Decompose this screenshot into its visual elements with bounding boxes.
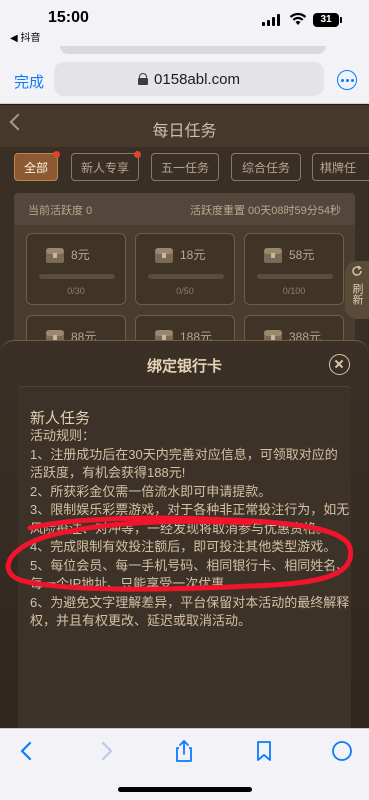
activity-bar: 当前活跃度 0 活跃度重置 00天08时59分54秒	[14, 193, 355, 225]
background-tab-edge	[60, 46, 326, 54]
cellular-signal-icon	[262, 14, 282, 26]
tab-label: 全部	[23, 160, 48, 175]
page-title: 每日任务	[152, 123, 217, 140]
compass-icon[interactable]	[328, 739, 356, 763]
treasure-chest-icon	[155, 248, 173, 263]
home-indicator	[118, 787, 252, 792]
page-header: 每日任务	[0, 105, 369, 147]
task-tabs: 全部 新人专享 五一任务 综合任务 棋牌任	[14, 151, 369, 183]
done-button[interactable]: 完成	[14, 71, 44, 92]
reward-amount: 58元	[289, 248, 315, 262]
treasure-chest-icon	[264, 248, 282, 263]
close-icon[interactable]	[329, 354, 350, 375]
reward-card[interactable]: 18元 0/50	[135, 233, 235, 305]
tab-label: 五一任务	[160, 160, 209, 175]
wifi-icon	[289, 12, 307, 25]
reward-amount: 8元	[71, 248, 90, 262]
tab-card-games[interactable]: 棋牌任	[312, 153, 369, 181]
rule-item: 5、每位会员、每一手机号码、相同银行卡、相同姓名、每一个IP地址、只能享受一次优…	[30, 557, 350, 592]
status-time: 15:00	[48, 9, 89, 26]
reward-card[interactable]: 58元 0/100	[244, 233, 344, 305]
reward-amount: 18元	[180, 248, 206, 262]
browser-address-area: 完成 0158abl.com	[0, 44, 369, 104]
tab-label: 综合任务	[241, 160, 290, 175]
rules-heading: 活动规则：	[30, 428, 96, 443]
bookmarks-icon[interactable]	[250, 739, 278, 763]
browser-toolbar	[0, 728, 369, 800]
back-icon[interactable]	[14, 739, 42, 763]
modal-content: 新人任务 活动规则： 1、注册成功后在30天内完善对应信息，可领取对应的活跃度，…	[18, 386, 351, 728]
battery-level: 31	[320, 14, 332, 25]
tab-label: 棋牌任	[320, 160, 357, 175]
section-title: 新人任务	[30, 410, 91, 427]
tab-label: 新人专享	[80, 160, 129, 175]
rule-item: 4、完成限制有效投注额后，即可投注其他类型游戏。	[30, 539, 337, 554]
progress-text: 0/100	[282, 286, 306, 296]
treasure-chest-icon	[46, 248, 64, 263]
back-to-app-link[interactable]: ◀ 抖音	[10, 29, 40, 44]
more-options-icon[interactable]	[337, 70, 357, 90]
progress-text: 0/50	[176, 286, 194, 296]
tab-new-user[interactable]: 新人专享	[71, 151, 141, 181]
rule-item: 2、所获彩金仅需一倍流水即可申请提款。	[30, 483, 272, 499]
web-page: 每日任务 全部 新人专享 五一任务 综合任务 棋牌任 当前活跃度 0 活跃度重置…	[0, 105, 369, 728]
rule-item: 3、限制娱乐彩票游戏，对于各种非正常投注行为，如无风险投注、对冲等，一经发现将取…	[30, 502, 350, 536]
notification-dot	[134, 151, 141, 158]
progress-bar	[257, 274, 333, 279]
battery-icon: 31	[313, 13, 342, 27]
bind-bank-card-modal: 绑定银行卡 新人任务 活动规则： 1、注册成功后在30天内完善对应信息，可领取对…	[0, 340, 369, 728]
status-bar: 15:00 ◀ 抖音 31	[0, 0, 369, 44]
refresh-label: 刷新	[351, 283, 363, 305]
url-text: 0158abl.com	[154, 70, 240, 88]
activity-reset-countdown: 活跃度重置 00天08时59分54秒	[190, 205, 341, 217]
reward-card[interactable]: 8元 0/30	[26, 233, 126, 305]
modal-title: 绑定银行卡	[146, 358, 222, 375]
refresh-icon	[352, 265, 362, 276]
activity-rules: 活动规则： 1、注册成功后在30天内完善对应信息，可领取对应的活跃度，有机会获得…	[30, 427, 350, 631]
tab-all[interactable]: 全部	[14, 151, 60, 181]
rule-item: 1、注册成功后在30天内完善对应信息，可领取对应的活跃度，有机会获得188元!	[30, 446, 338, 481]
forward-icon[interactable]	[91, 739, 119, 763]
progress-bar	[148, 274, 224, 279]
rule-item: 6、为避免文字理解差异，平台保留对本活动的最终解释权，并且有权更改、延迟或取消活…	[30, 594, 350, 629]
lock-icon	[138, 73, 149, 85]
current-activity: 当前活跃度 0	[28, 205, 93, 217]
tab-may-day[interactable]: 五一任务	[151, 153, 219, 181]
tab-general[interactable]: 综合任务	[231, 153, 301, 181]
progress-bar	[39, 274, 115, 279]
refresh-button[interactable]: 刷新	[345, 261, 369, 319]
notification-dot	[53, 151, 60, 158]
share-icon[interactable]	[170, 739, 198, 763]
progress-text: 0/30	[67, 286, 85, 296]
address-bar[interactable]: 0158abl.com	[54, 62, 324, 96]
